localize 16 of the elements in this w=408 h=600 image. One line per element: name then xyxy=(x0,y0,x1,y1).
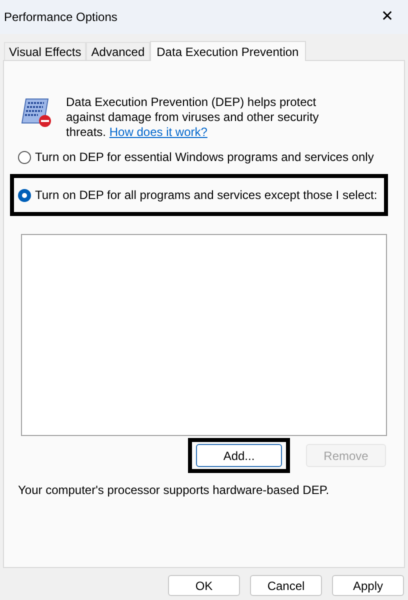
window-title: Performance Options xyxy=(4,9,118,26)
status-text: Your computer's processor supports hardware-based DEP. xyxy=(18,482,330,499)
tab[interactable]: Data Execution Prevention xyxy=(150,41,306,61)
tab[interactable]: Visual Effects xyxy=(4,42,86,60)
dialog-button[interactable]: Apply xyxy=(332,575,404,596)
radio-button[interactable] xyxy=(18,188,31,202)
list-button[interactable]: Add... xyxy=(196,444,282,467)
radio-option[interactable]: Turn on DEP for essential Windows programs and services only xyxy=(18,148,390,166)
how-does-it-work-link[interactable]: How does it work? xyxy=(109,125,208,139)
dialog-button[interactable]: OK xyxy=(168,575,240,596)
tab[interactable]: Advanced xyxy=(86,42,150,60)
radio-option[interactable]: Turn on DEP for all programs and services except those I select: xyxy=(18,186,380,204)
dialog-button[interactable]: Cancel xyxy=(250,575,322,596)
dep-description: Data Execution Prevention (DEP) helps protect against damage from viruses and other security threats. How does it work? xyxy=(66,95,320,140)
radio-button[interactable] xyxy=(18,150,31,164)
close-button[interactable]: ✕ xyxy=(377,6,398,28)
